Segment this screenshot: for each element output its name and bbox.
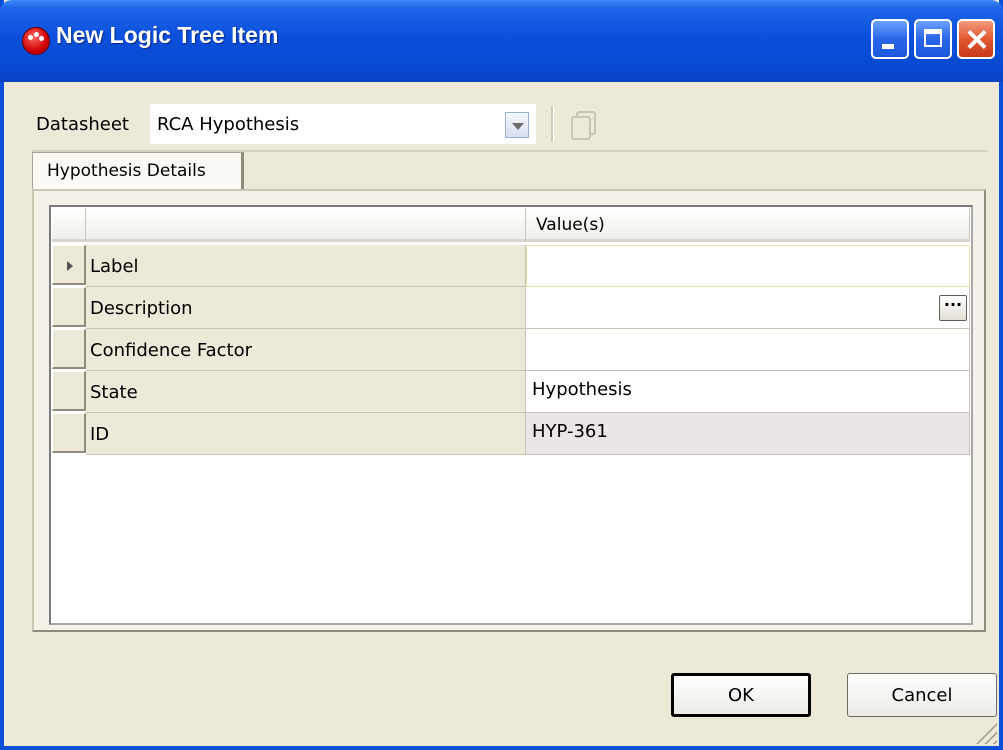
minimize-icon: [882, 44, 894, 49]
row-selector[interactable]: [52, 287, 86, 327]
label-value-input[interactable]: [526, 245, 970, 287]
field-label-cell: ID: [86, 413, 526, 455]
current-row-arrow-icon: [67, 261, 73, 271]
field-label-cell: Description: [86, 287, 526, 329]
tab-hypothesis-details[interactable]: Hypothesis Details: [32, 152, 244, 190]
id-value-cell: HYP-361: [526, 413, 970, 455]
description-value-input[interactable]: ···: [526, 287, 970, 329]
toolbar-separator: [551, 106, 554, 142]
close-button[interactable]: [957, 19, 995, 59]
chevron-down-icon[interactable]: [505, 112, 529, 138]
values-column-label: Value(s): [536, 215, 605, 235]
ellipsis-button[interactable]: ···: [939, 295, 967, 321]
grid-header-corner: [52, 208, 86, 242]
field-label-cell: Label: [86, 245, 526, 287]
title-bar[interactable]: New Logic Tree Item: [0, 0, 1003, 82]
datasheet-combobox[interactable]: RCA Hypothesis: [150, 104, 536, 144]
grid-header-values[interactable]: Value(s): [526, 208, 970, 242]
minimize-button[interactable]: [871, 19, 909, 59]
confidence-factor-input[interactable]: [526, 329, 970, 371]
row-selector[interactable]: [52, 413, 86, 453]
maximize-icon: [924, 29, 942, 47]
row-selector[interactable]: [52, 329, 86, 369]
copy-icon[interactable]: [568, 110, 598, 140]
row-selector[interactable]: [52, 245, 86, 285]
dialog-title: New Logic Tree Item: [56, 22, 279, 48]
tab-label: Hypothesis Details: [47, 161, 206, 181]
grid-header-field: [86, 208, 526, 242]
close-icon: [959, 21, 993, 57]
cancel-button[interactable]: Cancel: [847, 673, 997, 717]
maximize-button[interactable]: [914, 19, 952, 59]
field-label-cell: Confidence Factor: [86, 329, 526, 371]
field-label-cell: State: [86, 371, 526, 413]
datasheet-value: RCA Hypothesis: [157, 114, 300, 135]
ok-button[interactable]: OK: [671, 673, 811, 717]
row-selector[interactable]: [52, 371, 86, 411]
state-value-cell[interactable]: Hypothesis: [526, 371, 970, 413]
datasheet-label: Datasheet: [36, 114, 129, 135]
app-logo-icon: [22, 27, 50, 55]
